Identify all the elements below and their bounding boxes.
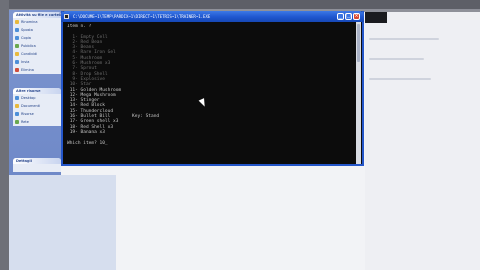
task-delete[interactable]: Elimina <box>13 66 61 74</box>
task-send[interactable]: Invia <box>13 58 61 66</box>
globe-icon <box>15 44 19 48</box>
minimize-button[interactable]: _ <box>337 13 344 20</box>
mail-icon <box>15 60 19 64</box>
folder-icon <box>15 20 19 24</box>
place-desktop[interactable]: Desktop <box>13 94 61 102</box>
console-scrollbar[interactable] <box>356 22 361 164</box>
other-places-panel: Altre risorse Desktop Documenti Risorse … <box>13 88 61 126</box>
desktop-icon <box>15 96 19 100</box>
share-icon <box>15 52 19 56</box>
file-entry[interactable] <box>369 38 439 40</box>
network-icon <box>15 120 19 124</box>
place-network[interactable]: Rete <box>13 118 61 126</box>
maximize-button[interactable]: □ <box>345 13 352 20</box>
console-title: C:\DOCUME~1\TEMP\PARDIX~1\DIRECT~1\TETRI… <box>73 14 211 19</box>
monitor-bezel-left <box>0 0 9 270</box>
task-publish[interactable]: Pubblica <box>13 42 61 50</box>
file-entry[interactable] <box>369 58 424 60</box>
close-button[interactable]: × <box>353 13 360 20</box>
task-share[interactable]: Condividi <box>13 50 61 58</box>
thumbnail-image[interactable] <box>365 12 387 23</box>
place-computer[interactable]: Risorse <box>13 110 61 118</box>
move-icon <box>15 28 19 32</box>
console-line: Which item? 10_ <box>67 140 108 146</box>
task-copy[interactable]: Copia <box>13 34 61 42</box>
place-documents[interactable]: Documenti <box>13 102 61 110</box>
file-tasks-panel: Attività su file e cartelle Rinomina Spo… <box>13 12 61 74</box>
explorer-details-area <box>365 12 480 270</box>
console-icon <box>64 14 69 19</box>
folder-icon <box>15 104 19 108</box>
explorer-task-pane: Attività su file e cartelle Rinomina Spo… <box>9 10 61 175</box>
console-window[interactable]: C:\DOCUME~1\TEMP\PARDIX~1\DIRECT~1\TETRI… <box>61 11 364 166</box>
console-titlebar[interactable]: C:\DOCUME~1\TEMP\PARDIX~1\DIRECT~1\TETRI… <box>61 11 364 22</box>
console-output[interactable]: Item n. ? 1- Empty Cell 2- Red Bean 3- B… <box>67 24 357 162</box>
task-move[interactable]: Sposta <box>13 26 61 34</box>
details-panel: Dettagli <box>13 158 61 172</box>
details-header[interactable]: Dettagli <box>13 158 61 164</box>
monitor-bezel-top <box>0 0 480 9</box>
computer-icon <box>15 112 19 116</box>
delete-icon <box>15 68 19 72</box>
file-entry[interactable] <box>369 78 431 80</box>
scrollbar-thumb[interactable] <box>357 24 360 62</box>
copy-icon <box>15 36 19 40</box>
file-tasks-header[interactable]: Attività su file e cartelle <box>13 12 61 18</box>
taskpane-bottom <box>9 175 116 270</box>
task-rename[interactable]: Rinomina <box>13 18 61 26</box>
